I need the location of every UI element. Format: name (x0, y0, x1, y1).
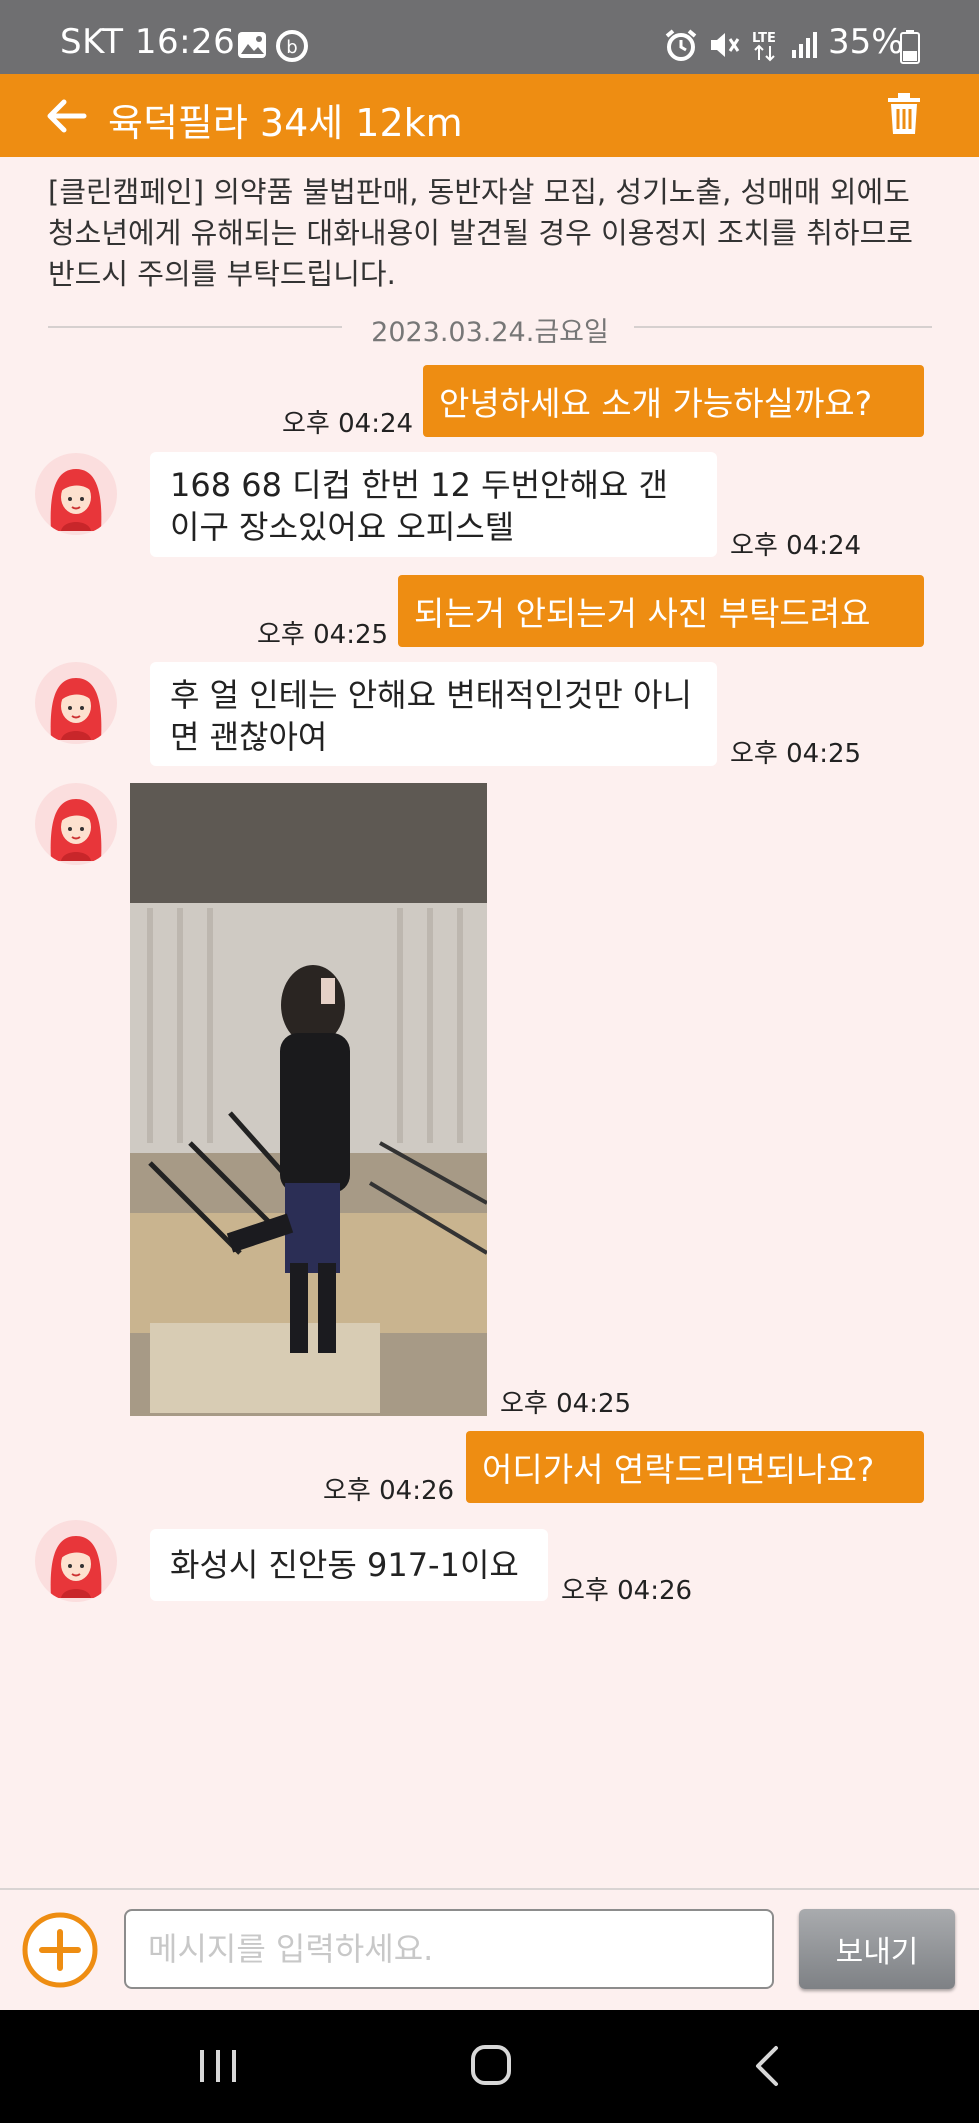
avatar-girl-icon (50, 678, 102, 740)
photo-image (130, 783, 487, 1416)
sync-icon: b (276, 30, 308, 62)
avatar[interactable] (35, 453, 117, 535)
avatar-girl-icon (50, 1536, 102, 1598)
date-divider-line-right (634, 326, 932, 328)
trash-icon[interactable] (886, 92, 922, 136)
gallery-icon (238, 32, 266, 58)
status-bar: SKT 16:26 b LTE 35% (0, 0, 979, 74)
battery-level: 35% (828, 22, 904, 62)
home-icon[interactable] (470, 2044, 512, 2086)
message-input[interactable] (124, 1909, 774, 1989)
sent-message-bubble[interactable]: 되는거 안되는거 사진 부탁드려요 (398, 575, 924, 647)
back-icon[interactable] (750, 2044, 784, 2088)
system-nav-bar (0, 2010, 979, 2123)
avatar[interactable] (35, 1520, 117, 1602)
received-message-bubble[interactable]: 후 얼 인테는 안해요 변태적인것만 아니면 괜찮아여 (150, 662, 717, 766)
recent-apps-icon[interactable] (196, 2046, 240, 2086)
date-divider-line-left (48, 326, 342, 328)
add-attachment-icon[interactable] (20, 1910, 100, 1990)
battery-icon (900, 30, 920, 64)
message-time: 오후 04:26 (323, 1476, 455, 1506)
svg-text:LTE: LTE (752, 31, 776, 46)
sent-message-bubble[interactable]: 어디가서 연락드리면되나요? (466, 1431, 924, 1503)
message-time: 오후 04:26 (561, 1576, 693, 1606)
date-divider: 2023.03.24.금요일 (371, 317, 609, 348)
status-carrier: SKT 16:26 (60, 22, 236, 62)
clean-campaign-notice: [클린캠페인] 의약품 불법판매, 동반자살 모집, 성기노출, 성매매 외에도… (48, 175, 913, 291)
message-time: 오후 04:25 (730, 739, 862, 769)
mute-icon (711, 33, 740, 57)
message-time: 오후 04:25 (257, 620, 389, 650)
chat-header: 육덕필라 34세 12km (0, 74, 979, 157)
sent-message-bubble[interactable]: 안녕하세요 소개 가능하실까요? (423, 365, 924, 437)
received-message-bubble[interactable]: 화성시 진안동 917-1이요 (150, 1529, 548, 1601)
message-time: 오후 04:24 (730, 531, 862, 561)
back-arrow-icon[interactable] (44, 94, 88, 138)
message-time: 오후 04:24 (282, 409, 414, 439)
chat-title: 육덕필라 34세 12km (108, 101, 463, 145)
message-time: 오후 04:25 (500, 1389, 632, 1419)
svg-text:b: b (286, 37, 297, 58)
alarm-icon (665, 29, 697, 61)
send-button[interactable]: 보내기 (799, 1909, 955, 1989)
avatar[interactable] (35, 783, 117, 865)
avatar-girl-icon (50, 469, 102, 531)
signal-icon (792, 32, 817, 58)
avatar-girl-icon (50, 799, 102, 861)
avatar[interactable] (35, 662, 117, 744)
received-message-bubble[interactable]: 168 68 디컵 한번 12 두번안해요 갠이구 장소있어요 오피스텔 (150, 452, 717, 557)
photo-message[interactable] (130, 783, 487, 1416)
lte-icon: LTE (752, 31, 776, 62)
